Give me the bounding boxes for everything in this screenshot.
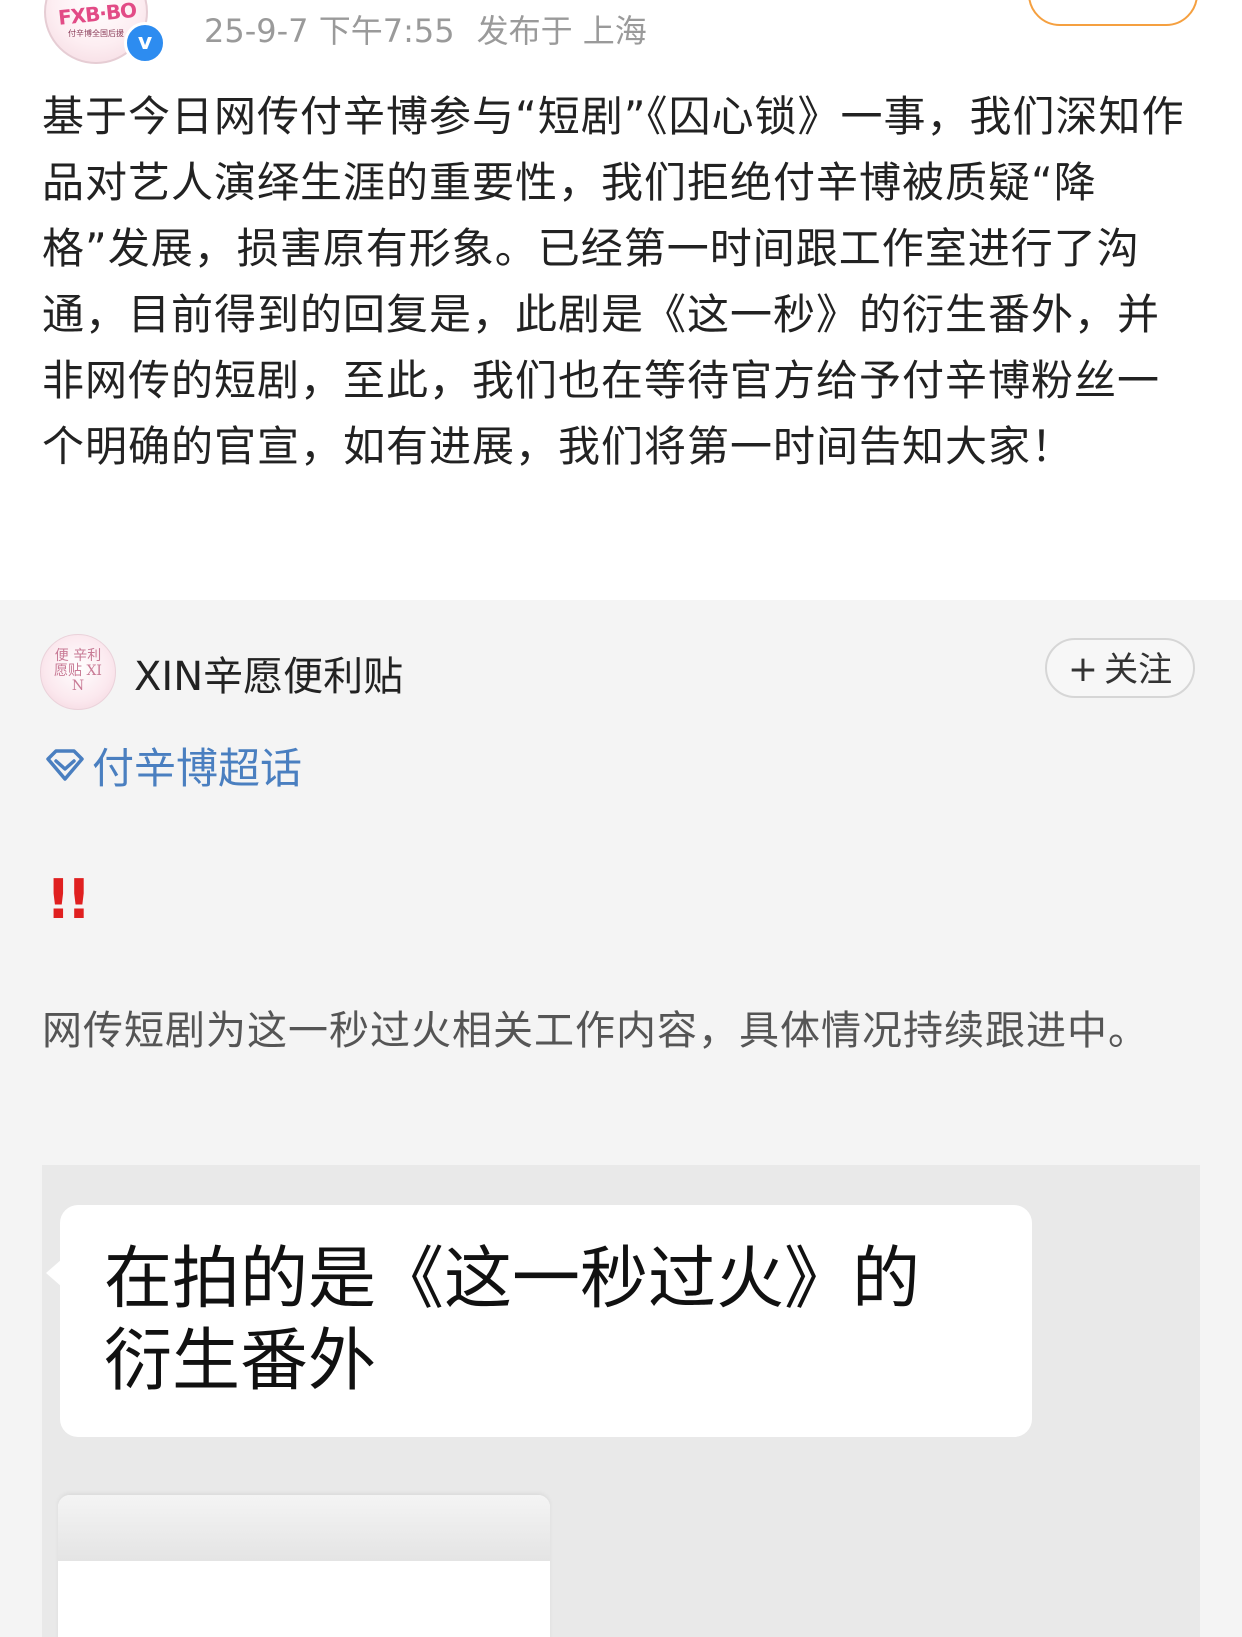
avatar-logo: FXB·BO — [56, 0, 138, 30]
chat-bubble-text: 在拍的是《这一秒过火》的衍生番外 — [104, 1240, 921, 1401]
post-header: FXB·BO 付辛博全国后援 v 25-9-7 下午7:55 发布于 上海 — [0, 0, 1242, 70]
repost-author-name[interactable]: XIN辛愿便利贴 — [134, 644, 403, 702]
image-card-preview — [58, 1495, 550, 1637]
follow-label: 关注 — [1104, 650, 1173, 690]
avatar-subtitle: 付辛博全国后援 — [68, 29, 124, 38]
double-exclamation-icon: !! — [46, 868, 91, 931]
supertopic-diamond-icon — [46, 749, 84, 781]
post-date: 25-9-7 下午7:55 — [204, 12, 455, 50]
chat-bubble: 在拍的是《这一秒过火》的衍生番外 — [46, 1205, 1032, 1437]
repost-body-text: 网传短剧为这一秒过火相关工作内容，具体情况持续跟进中。 — [42, 1008, 1149, 1054]
embedded-screenshot[interactable]: 在拍的是《这一秒过火》的衍生番外 — [42, 1165, 1200, 1637]
supertopic-label: 付辛博超话 — [92, 743, 303, 793]
post-location: 发布于 上海 — [476, 12, 647, 50]
post-body-text: 基于今日网传付辛博参与“短剧”《囚心锁》一事，我们深知作品对艺人演绎生涯的重要性… — [42, 92, 1185, 471]
plus-icon: + — [1067, 649, 1099, 690]
card-header-band — [58, 1495, 550, 1561]
repost-avatar-text: 便 辛利 愿贴 XIN — [54, 648, 102, 694]
supertopic-link[interactable]: 付辛博超话 — [44, 738, 302, 793]
repost-author-avatar[interactable]: 便 辛利 愿贴 XIN — [40, 634, 116, 710]
verified-icon: v — [124, 22, 166, 64]
follow-button[interactable]: + 关注 — [1045, 638, 1195, 698]
post-meta: 25-9-7 下午7:55 发布于 上海 — [204, 6, 647, 52]
repost-card[interactable]: 便 辛利 愿贴 XIN XIN辛愿便利贴 + 关注 付辛博超话 !! 网传短剧为这… — [0, 600, 1242, 1637]
follow-button-top[interactable] — [1028, 0, 1198, 26]
